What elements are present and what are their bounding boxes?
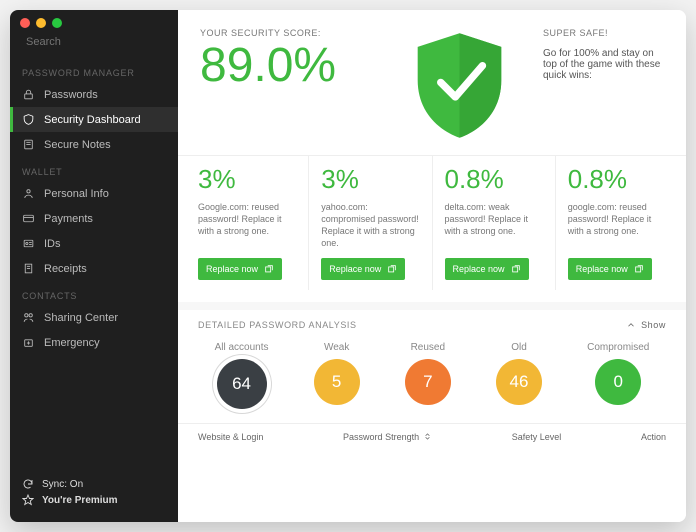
search-input[interactable] bbox=[26, 36, 168, 48]
quick-win-desc: google.com: reused password! Replace it … bbox=[568, 201, 666, 250]
quick-wins-row: 3% Google.com: reused password! Replace … bbox=[178, 156, 686, 302]
sidebar-item-label: Security Dashboard bbox=[44, 114, 141, 126]
col-safety: Safety Level bbox=[512, 432, 562, 442]
external-icon bbox=[511, 264, 521, 274]
star-icon bbox=[22, 494, 34, 506]
quick-win-card: 3% Google.com: reused password! Replace … bbox=[186, 156, 309, 290]
bubble-all[interactable]: All accounts 64 bbox=[215, 342, 269, 409]
minimize-icon[interactable] bbox=[36, 18, 46, 28]
bubble-reused[interactable]: Reused 7 bbox=[405, 342, 451, 409]
quick-win-percent: 3% bbox=[321, 164, 419, 195]
analysis-title: DETAILED PASSWORD ANALYSIS bbox=[198, 320, 357, 330]
receipt-icon bbox=[22, 262, 35, 275]
person-icon bbox=[22, 187, 35, 200]
shield-badge bbox=[389, 28, 529, 143]
search-field[interactable] bbox=[10, 32, 178, 58]
sidebar-item-personal-info[interactable]: Personal Info bbox=[10, 181, 178, 206]
bubble-old[interactable]: Old 46 bbox=[496, 342, 542, 409]
maximize-icon[interactable] bbox=[52, 18, 62, 28]
quick-win-card: 0.8% delta.com: weak password! Replace i… bbox=[433, 156, 556, 290]
sidebar-item-label: Payments bbox=[44, 213, 93, 225]
main-content: YOUR SECURITY SCORE: 89.0% SUPER SAFE! G… bbox=[178, 10, 686, 522]
security-score-panel: YOUR SECURITY SCORE: 89.0% SUPER SAFE! G… bbox=[178, 10, 686, 156]
sidebar-item-security-dashboard[interactable]: Security Dashboard bbox=[10, 107, 178, 132]
bubble-weak[interactable]: Weak 5 bbox=[314, 342, 360, 409]
analysis-panel: DETAILED PASSWORD ANALYSIS Show All acco… bbox=[178, 310, 686, 522]
sidebar-item-payments[interactable]: Payments bbox=[10, 206, 178, 231]
col-action: Action bbox=[641, 432, 666, 442]
shield-icon bbox=[22, 113, 35, 126]
table-header: Website & Login Password Strength Safety… bbox=[178, 423, 686, 450]
quick-win-desc: Google.com: reused password! Replace it … bbox=[198, 201, 296, 250]
quick-win-card: 3% yahoo.com: compromised password! Repl… bbox=[309, 156, 432, 290]
external-icon bbox=[264, 264, 274, 274]
quick-win-percent: 0.8% bbox=[568, 164, 666, 195]
replace-button[interactable]: Replace now bbox=[568, 258, 652, 280]
shield-check-icon bbox=[402, 28, 517, 143]
section-password-manager: PASSWORD MANAGER bbox=[10, 58, 178, 82]
external-icon bbox=[387, 264, 397, 274]
sidebar-item-label: Sharing Center bbox=[44, 312, 118, 324]
window-controls bbox=[10, 10, 178, 32]
sidebar-item-label: Secure Notes bbox=[44, 139, 111, 151]
quick-win-desc: yahoo.com: compromised password! Replace… bbox=[321, 201, 419, 250]
sidebar-item-receipts[interactable]: Receipts bbox=[10, 256, 178, 281]
replace-button[interactable]: Replace now bbox=[321, 258, 405, 280]
sidebar-item-ids[interactable]: IDs bbox=[10, 231, 178, 256]
safe-label: SUPER SAFE! bbox=[543, 28, 664, 38]
section-contacts: CONTACTS bbox=[10, 281, 178, 305]
bubble-compromised[interactable]: Compromised 0 bbox=[587, 342, 649, 409]
score-label: YOUR SECURITY SCORE: bbox=[200, 28, 375, 38]
sidebar-item-passwords[interactable]: Passwords bbox=[10, 82, 178, 107]
share-icon bbox=[22, 311, 35, 324]
quick-win-percent: 0.8% bbox=[445, 164, 543, 195]
close-icon[interactable] bbox=[20, 18, 30, 28]
sync-icon bbox=[22, 478, 34, 490]
section-wallet: WALLET bbox=[10, 157, 178, 181]
sidebar-item-label: Personal Info bbox=[44, 188, 109, 200]
sidebar: PASSWORD MANAGER Passwords Security Dash… bbox=[10, 10, 178, 522]
app-window: PASSWORD MANAGER Passwords Security Dash… bbox=[10, 10, 686, 522]
sidebar-item-secure-notes[interactable]: Secure Notes bbox=[10, 132, 178, 157]
quick-win-percent: 3% bbox=[198, 164, 296, 195]
col-website: Website & Login bbox=[198, 432, 263, 442]
sync-status: Sync: On You're Premium bbox=[10, 466, 178, 522]
sidebar-item-label: Receipts bbox=[44, 263, 87, 275]
quick-win-desc: delta.com: weak password! Replace it wit… bbox=[445, 201, 543, 250]
show-toggle[interactable]: Show bbox=[626, 320, 666, 330]
analysis-bubbles: All accounts 64 Weak 5 Reused 7 Old 46 C… bbox=[178, 336, 686, 423]
col-strength: Password Strength bbox=[343, 432, 432, 442]
card-icon bbox=[22, 212, 35, 225]
sidebar-item-emergency[interactable]: Emergency bbox=[10, 330, 178, 355]
lock-icon bbox=[22, 88, 35, 101]
sidebar-item-label: IDs bbox=[44, 238, 61, 250]
replace-button[interactable]: Replace now bbox=[445, 258, 529, 280]
safe-text: Go for 100% and stay on top of the game … bbox=[543, 48, 664, 81]
id-icon bbox=[22, 237, 35, 250]
external-icon bbox=[634, 264, 644, 274]
emergency-icon bbox=[22, 336, 35, 349]
note-icon bbox=[22, 138, 35, 151]
replace-button[interactable]: Replace now bbox=[198, 258, 282, 280]
quick-win-card: 0.8% google.com: reused password! Replac… bbox=[556, 156, 678, 290]
sort-icon[interactable] bbox=[423, 432, 432, 441]
chevron-up-icon bbox=[626, 320, 636, 330]
score-value: 89.0% bbox=[200, 42, 375, 90]
sidebar-item-label: Emergency bbox=[44, 337, 100, 349]
sidebar-item-sharing-center[interactable]: Sharing Center bbox=[10, 305, 178, 330]
sidebar-item-label: Passwords bbox=[44, 89, 98, 101]
